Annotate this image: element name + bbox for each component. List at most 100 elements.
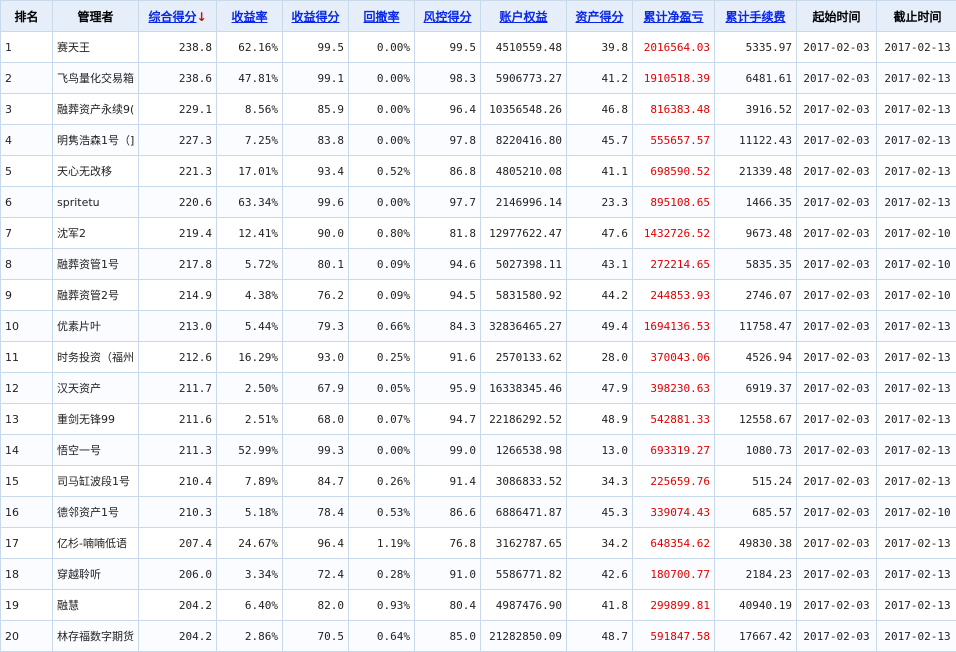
header-return-rate-sort[interactable]: 收益率 (217, 1, 283, 32)
cell-return-rate: 12.41% (217, 218, 283, 249)
cell-net-pnl: 272214.65 (633, 249, 715, 280)
cell-equity: 5027398.11 (481, 249, 567, 280)
cell-equity: 5586771.82 (481, 559, 567, 590)
header-fees-sort[interactable]: 累计手续费 (715, 1, 797, 32)
cell-fees: 5335.97 (715, 32, 797, 63)
cell-asset-score: 34.3 (567, 466, 633, 497)
cell-start: 2017-02-03 (797, 404, 877, 435)
cell-drawdown: 0.00% (349, 63, 415, 94)
cell-start: 2017-02-03 (797, 249, 877, 280)
table-row: 9融葬资管2号214.94.38%76.20.09%94.55831580.92… (1, 280, 956, 311)
cell-rank: 12 (1, 373, 53, 404)
cell-fees: 1080.73 (715, 435, 797, 466)
cell-end: 2017-02-13 (877, 125, 956, 156)
cell-asset-score: 23.3 (567, 187, 633, 218)
header-net-pnl-sort[interactable]: 累计净盈亏 (633, 1, 715, 32)
header-end: 截止时间 (877, 1, 956, 32)
cell-net-pnl: 244853.93 (633, 280, 715, 311)
cell-risk-score: 98.3 (415, 63, 481, 94)
cell-net-pnl: 1694136.53 (633, 311, 715, 342)
cell-equity: 21282850.09 (481, 621, 567, 652)
cell-end: 2017-02-13 (877, 559, 956, 590)
cell-start: 2017-02-03 (797, 435, 877, 466)
header-return-score-sort[interactable]: 收益得分 (283, 1, 349, 32)
cell-equity: 1266538.98 (481, 435, 567, 466)
cell-equity: 10356548.26 (481, 94, 567, 125)
cell-return-score: 99.1 (283, 63, 349, 94)
header-score-sort[interactable]: 综合得分↓ (139, 1, 217, 32)
cell-score: 219.4 (139, 218, 217, 249)
cell-rank: 4 (1, 125, 53, 156)
cell-drawdown: 0.05% (349, 373, 415, 404)
cell-return-rate: 62.16% (217, 32, 283, 63)
header-drawdown-sort[interactable]: 回撤率 (349, 1, 415, 32)
cell-drawdown: 0.07% (349, 404, 415, 435)
cell-risk-score: 85.0 (415, 621, 481, 652)
cell-return-score: 96.4 (283, 528, 349, 559)
cell-asset-score: 43.1 (567, 249, 633, 280)
cell-drawdown: 0.66% (349, 311, 415, 342)
cell-return-score: 67.9 (283, 373, 349, 404)
cell-rank: 14 (1, 435, 53, 466)
cell-return-score: 84.7 (283, 466, 349, 497)
table-row: 12汉天资产211.72.50%67.90.05%95.916338345.46… (1, 373, 956, 404)
cell-asset-score: 39.8 (567, 32, 633, 63)
cell-drawdown: 0.93% (349, 590, 415, 621)
cell-return-rate: 63.34% (217, 187, 283, 218)
cell-score: 227.3 (139, 125, 217, 156)
cell-rank: 16 (1, 497, 53, 528)
table-row: 8融葬资管1号217.85.72%80.10.09%94.65027398.11… (1, 249, 956, 280)
header-risk-score-sort[interactable]: 风控得分 (415, 1, 481, 32)
cell-return-rate: 47.81% (217, 63, 283, 94)
cell-manager: 飞鸟量化交易箱 (53, 63, 139, 94)
cell-manager: 司马缸波段1号 (53, 466, 139, 497)
cell-return-rate: 24.67% (217, 528, 283, 559)
cell-fees: 9673.48 (715, 218, 797, 249)
cell-return-rate: 5.72% (217, 249, 283, 280)
header-equity-sort[interactable]: 账户权益 (481, 1, 567, 32)
cell-asset-score: 44.2 (567, 280, 633, 311)
cell-return-rate: 6.40% (217, 590, 283, 621)
cell-net-pnl: 555657.57 (633, 125, 715, 156)
cell-manager: 融葬资管2号 (53, 280, 139, 311)
cell-start: 2017-02-03 (797, 187, 877, 218)
header-asset-score-sort[interactable]: 资产得分 (567, 1, 633, 32)
cell-manager: 优素片叶 (53, 311, 139, 342)
cell-rank: 11 (1, 342, 53, 373)
table-row: 17亿杉-喃喃低语207.424.67%96.41.19%76.83162787… (1, 528, 956, 559)
cell-end: 2017-02-13 (877, 435, 956, 466)
cell-manager: 时务投资（福州 (53, 342, 139, 373)
cell-score: 220.6 (139, 187, 217, 218)
cell-manager: 穿越聆听 (53, 559, 139, 590)
cell-score: 210.4 (139, 466, 217, 497)
cell-fees: 40940.19 (715, 590, 797, 621)
cell-asset-score: 41.1 (567, 156, 633, 187)
cell-return-score: 78.4 (283, 497, 349, 528)
cell-return-score: 99.6 (283, 187, 349, 218)
header-asset-score-label: 资产得分 (575, 10, 623, 24)
cell-end: 2017-02-10 (877, 249, 956, 280)
cell-start: 2017-02-03 (797, 156, 877, 187)
cell-end: 2017-02-10 (877, 218, 956, 249)
cell-start: 2017-02-03 (797, 373, 877, 404)
cell-risk-score: 81.8 (415, 218, 481, 249)
cell-score: 214.9 (139, 280, 217, 311)
cell-return-rate: 2.50% (217, 373, 283, 404)
cell-equity: 2570133.62 (481, 342, 567, 373)
cell-drawdown: 0.00% (349, 94, 415, 125)
cell-drawdown: 0.09% (349, 280, 415, 311)
cell-drawdown: 0.00% (349, 125, 415, 156)
cell-start: 2017-02-03 (797, 94, 877, 125)
cell-return-rate: 8.56% (217, 94, 283, 125)
cell-drawdown: 0.52% (349, 156, 415, 187)
cell-asset-score: 13.0 (567, 435, 633, 466)
cell-score: 206.0 (139, 559, 217, 590)
cell-manager: 赛天王 (53, 32, 139, 63)
table-row: 16德邻资产1号210.35.18%78.40.53%86.66886471.8… (1, 497, 956, 528)
cell-asset-score: 45.7 (567, 125, 633, 156)
cell-score: 207.4 (139, 528, 217, 559)
header-equity-label: 账户权益 (499, 10, 547, 24)
cell-start: 2017-02-03 (797, 32, 877, 63)
cell-drawdown: 0.26% (349, 466, 415, 497)
cell-asset-score: 46.8 (567, 94, 633, 125)
